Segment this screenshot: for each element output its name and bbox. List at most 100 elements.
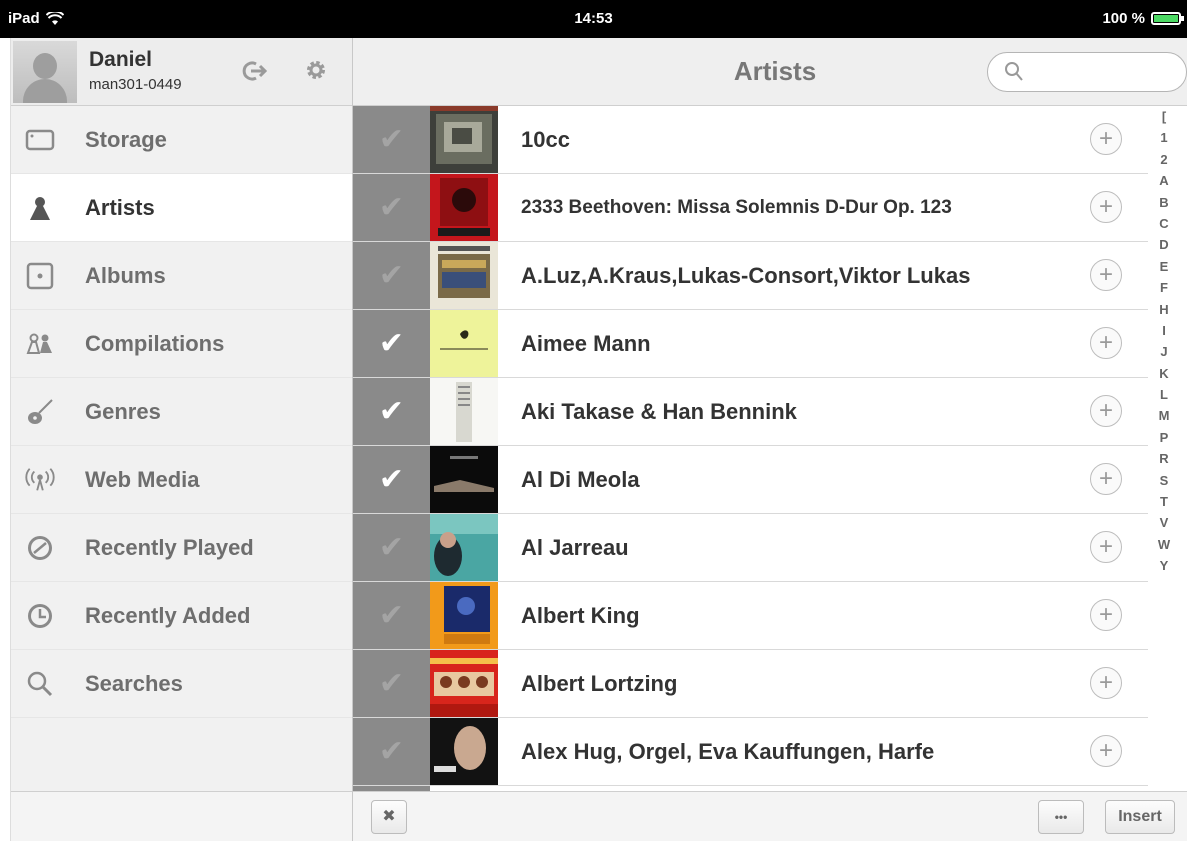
check-icon[interactable]: ✔ [353,446,430,513]
list-item[interactable]: ✔ Al Di Meola + [353,446,1148,514]
index-letter[interactable]: [ [1141,106,1187,127]
album-cover [430,582,498,649]
battery-percent: 100 % [1102,10,1145,27]
close-button[interactable]: ✖ [371,800,407,834]
index-letter[interactable]: R [1141,448,1187,469]
sidebar-item-recently-added[interactable]: Recently Added [11,582,352,650]
index-letter[interactable]: V [1141,512,1187,533]
sidebar-item-recently-played[interactable]: Recently Played [11,514,352,582]
index-letter[interactable]: W [1141,534,1187,555]
index-letter[interactable]: Y [1141,555,1187,576]
search-icon [1005,62,1023,81]
compilations-icon [25,329,55,359]
album-cover [430,514,498,581]
clock: 14:53 [574,10,613,27]
check-icon[interactable]: ✔ [353,650,430,717]
add-button[interactable]: + [1090,667,1122,699]
list-item[interactable]: ✔ Albert Lortzing + [353,650,1148,718]
check-icon[interactable]: ✔ [353,514,430,581]
sidebar-item-albums[interactable]: Albums [11,242,352,310]
more-button[interactable]: ••• [1038,800,1084,834]
add-button[interactable]: + [1090,599,1122,631]
alphabet-index[interactable]: [ 1 2 A B C D E F H I J K L M P R S T V … [1141,106,1187,791]
list-item[interactable]: ✔ Al Jarreau + [353,514,1148,582]
index-letter[interactable]: E [1141,256,1187,277]
artist-name: Al Jarreau [521,535,629,560]
index-letter[interactable]: T [1141,491,1187,512]
add-button[interactable]: + [1090,735,1122,767]
check-icon[interactable]: ✔ [353,582,430,649]
album-cover [430,378,498,445]
index-letter[interactable]: M [1141,405,1187,426]
user-name: Daniel [89,48,153,71]
artist-name: Al Di Meola [521,467,640,492]
check-icon[interactable]: ✔ [353,378,430,445]
add-button[interactable]: + [1090,531,1122,563]
index-letter[interactable]: P [1141,427,1187,448]
logout-icon[interactable] [241,58,268,84]
sidebar-item-label: Artists [85,194,155,220]
sidebar-item-compilations[interactable]: Compilations [11,310,352,378]
sidebar-item-label: Recently Played [85,534,254,560]
index-letter[interactable]: C [1141,213,1187,234]
index-letter[interactable]: F [1141,277,1187,298]
clock-played-icon [25,533,55,563]
check-icon[interactable]: ✔ [353,106,430,173]
artist-list[interactable]: ✔ 10cc + ✔ 2333 Beethoven: Missa Solemni… [353,106,1148,791]
add-button[interactable]: + [1090,259,1122,291]
search-icon [25,669,55,699]
add-button[interactable]: + [1090,327,1122,359]
check-icon[interactable]: ✔ [353,242,430,309]
list-item[interactable]: ✔ Aimee Mann + [353,310,1148,378]
battery-icon [1151,12,1184,25]
artist-name: Aimee Mann [521,331,651,356]
artist-name: Aki Takase & Han Bennink [521,399,797,424]
user-header: Daniel man301-0449 [11,38,352,106]
list-item[interactable]: ✔ Aki Takase & Han Bennink + [353,378,1148,446]
sidebar-item-web-media[interactable]: Web Media [11,446,352,514]
index-letter[interactable]: H [1141,299,1187,320]
index-letter[interactable]: J [1141,341,1187,362]
insert-button[interactable]: Insert [1105,800,1175,834]
album-cover [430,650,498,717]
check-icon[interactable]: ✔ [353,718,430,785]
gear-icon[interactable] [303,58,329,84]
album-cover [430,106,498,173]
album-cover [430,446,498,513]
album-cover [430,242,498,309]
album-icon [25,261,55,291]
index-letter[interactable]: 1 [1141,127,1187,148]
add-button[interactable]: + [1090,395,1122,427]
sidebar-item-searches[interactable]: Searches [11,650,352,718]
list-item[interactable]: ✔ 10cc + [353,106,1148,174]
main-footer: ✖ ••• Insert [353,791,1187,841]
list-item[interactable]: ✔ A.Luz,A.Kraus,Lukas-Consort,Viktor Luk… [353,242,1148,310]
sidebar-item-label: Recently Added [85,602,251,628]
index-letter[interactable]: A [1141,170,1187,191]
sidebar-item-genres[interactable]: Genres [11,378,352,446]
index-letter[interactable]: I [1141,320,1187,341]
main-header: Artists [353,38,1187,106]
list-item[interactable]: ✔ Alex Hug, Orgel, Eva Kauffungen, Harfe… [353,718,1148,786]
list-item[interactable]: ✔ 2333 Beethoven: Missa Solemnis D-Dur O… [353,174,1148,242]
search-input[interactable] [987,52,1187,92]
add-button[interactable]: + [1090,463,1122,495]
add-button[interactable]: + [1090,123,1122,155]
sidebar-item-storage[interactable]: Storage [11,106,352,174]
index-letter[interactable]: D [1141,234,1187,255]
list-item[interactable]: ✔ Albert King + [353,582,1148,650]
check-icon[interactable]: ✔ [353,174,430,241]
sidebar: Daniel man301-0449 Storage Artists Album… [10,38,353,841]
index-letter[interactable]: B [1141,192,1187,213]
sidebar-footer [11,791,352,841]
index-letter[interactable]: K [1141,363,1187,384]
avatar[interactable] [13,41,77,103]
add-button[interactable]: + [1090,191,1122,223]
index-letter[interactable]: S [1141,470,1187,491]
artist-icon [25,193,55,223]
index-letter[interactable]: 2 [1141,149,1187,170]
user-id: man301-0449 [89,76,182,93]
sidebar-item-artists[interactable]: Artists [11,174,352,242]
check-icon[interactable]: ✔ [353,310,430,377]
index-letter[interactable]: L [1141,384,1187,405]
